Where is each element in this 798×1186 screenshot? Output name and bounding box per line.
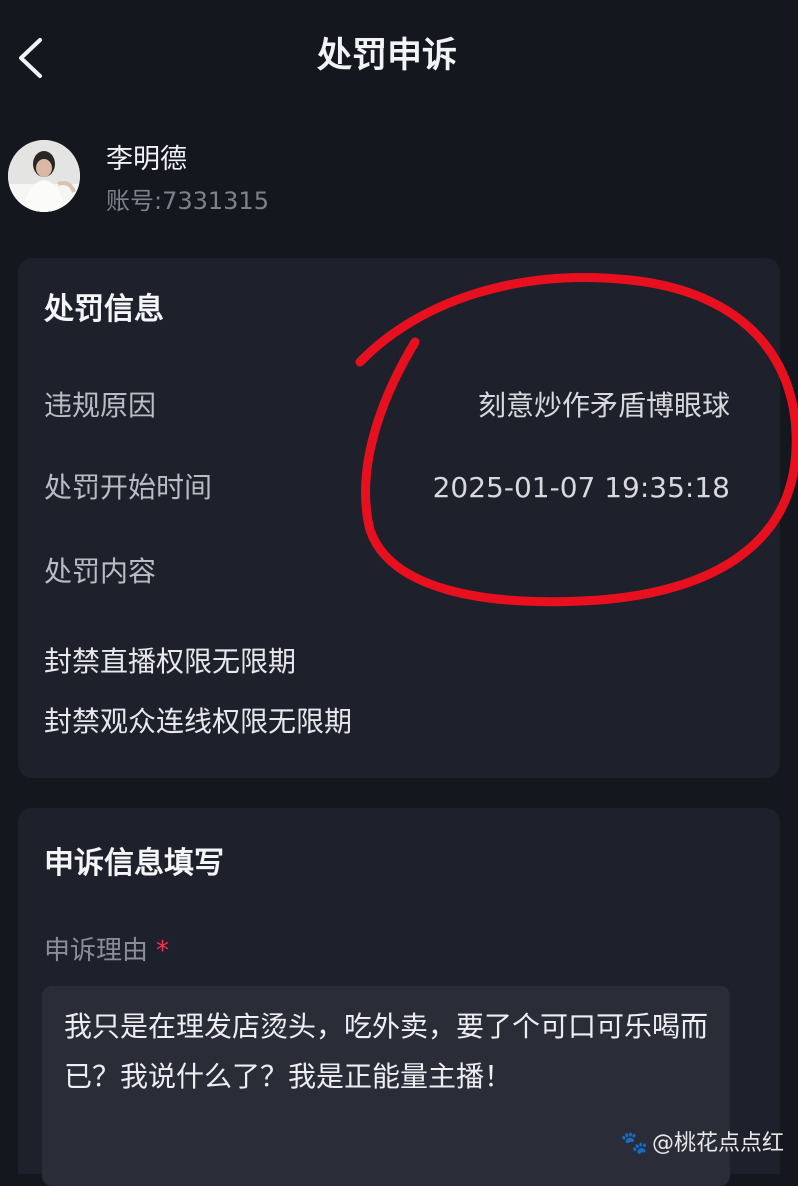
violation-reason-value: 刻意炒作矛盾博眼球 (477, 389, 730, 422)
watermark: 🐾 @桃花点点红 (621, 1128, 784, 1160)
punishment-content-item: 封禁直播权限无限期 (44, 645, 297, 678)
appeal-reason-text: 我只是在理发店烫头，吃外卖，要了个可口可乐喝而已？我说什么了？我是正能量主播！ (64, 1010, 709, 1093)
user-account-id: 账号:7331315 (106, 187, 269, 215)
violation-reason-label: 违规原因 (44, 389, 157, 422)
appeal-form-card: 申诉信息填写 申诉理由 * 我只是在理发店烫头，吃外卖，要了个可口可乐喝而已？我说… (18, 808, 780, 1186)
avatar (8, 140, 80, 212)
appeal-section-title: 申诉信息填写 (44, 846, 224, 881)
punishment-info-card: 处罚信息 违规原因 刻意炒作矛盾博眼球 处罚开始时间 2025-01-07 19… (18, 258, 780, 778)
user-name: 李明德 (106, 144, 187, 175)
punishment-content-label: 处罚内容 (44, 555, 157, 588)
start-time-value: 2025-01-07 19:35:18 (432, 471, 730, 504)
appeal-reason-label-text: 申诉理由 (44, 936, 149, 966)
user-info: 李明德 账号:7331315 (0, 128, 798, 228)
punishment-section-title: 处罚信息 (44, 292, 164, 327)
punishment-content-item: 封禁观众连线权限无限期 (44, 705, 353, 738)
appeal-reason-label: 申诉理由 * (44, 932, 169, 970)
required-mark: * (156, 936, 170, 966)
appeal-screen: 处罚申诉 李明德 账号:7331315 处罚信息 违规原因 刻意炒作矛盾博眼球 … (0, 0, 798, 1186)
paw-icon: 🐾 (620, 1131, 648, 1156)
page-title: 处罚申诉 (316, 36, 457, 76)
start-time-label: 处罚开始时间 (44, 471, 213, 504)
watermark-text: @桃花点点红 (651, 1131, 784, 1156)
nav-bar: 处罚申诉 (0, 0, 798, 115)
